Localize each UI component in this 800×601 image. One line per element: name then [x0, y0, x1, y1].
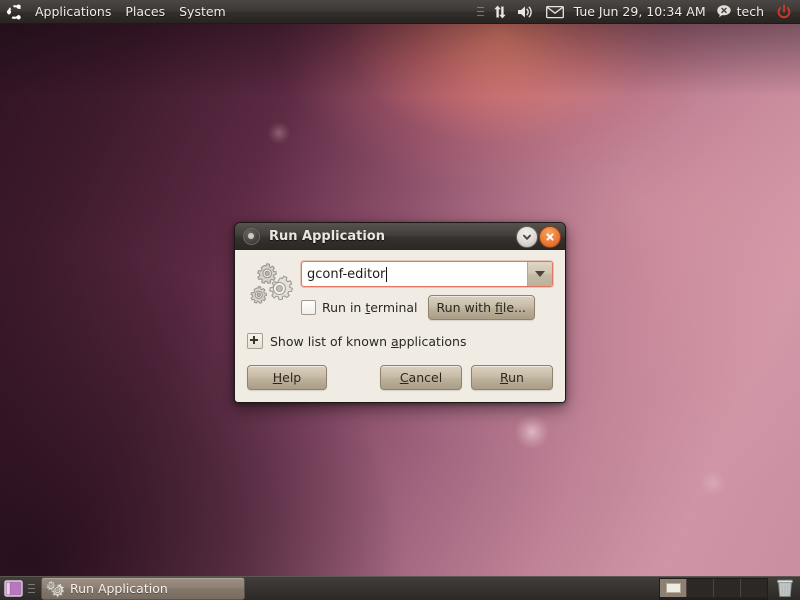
close-x-icon[interactable] [539, 226, 561, 248]
run-with-file-button[interactable]: Run with file... [428, 295, 535, 320]
command-entry-text[interactable]: gconf-editor [302, 262, 527, 286]
known-applications-expander[interactable]: Show list of known applications [247, 333, 553, 349]
volume-speaker-icon[interactable] [516, 4, 534, 20]
user-name-label: tech [737, 4, 764, 19]
dialog-title: Run Application [269, 229, 385, 244]
run-in-terminal-label[interactable]: Run in terminal [322, 300, 418, 315]
cancel-button[interactable]: Cancel [380, 365, 462, 390]
run-button[interactable]: Run [471, 365, 553, 390]
command-entry[interactable]: gconf-editor [301, 261, 553, 287]
dialog-titlebar[interactable]: Run Application [235, 223, 565, 250]
panel-grip-handle[interactable] [477, 5, 484, 19]
workspace-3[interactable] [714, 579, 741, 597]
taskbar-item-label: Run Application [70, 581, 168, 596]
dialog-action-buttons: Help Cancel Run [247, 365, 553, 390]
menu-system[interactable]: System [172, 1, 233, 23]
text-cursor [386, 267, 387, 282]
chevron-down-icon [535, 271, 545, 277]
trash-can-icon[interactable] [774, 578, 796, 600]
run-application-dialog: Run Application [234, 222, 566, 403]
workspace-switcher[interactable] [659, 578, 768, 600]
gears-run-icon [46, 580, 64, 598]
ubuntu-logo-icon[interactable] [4, 1, 26, 23]
mail-envelope-icon[interactable] [546, 5, 564, 19]
workspace-2[interactable] [687, 579, 714, 597]
network-transfer-icon[interactable] [492, 4, 508, 20]
window-menu-icon[interactable] [243, 228, 260, 245]
command-entry-value: gconf-editor [307, 267, 385, 282]
expander-plus-icon[interactable] [247, 333, 263, 349]
run-in-terminal-checkbox[interactable] [301, 300, 316, 315]
taskbar-grip-handle[interactable] [28, 582, 35, 596]
gears-run-icon [247, 261, 295, 309]
wallpaper-light-dot [268, 122, 290, 144]
bottom-panel: Run Application [0, 576, 800, 600]
top-panel: Applications Places System Tue Jun 29 [0, 0, 800, 24]
user-menu[interactable]: tech [712, 4, 768, 20]
wallpaper-light-dot [700, 470, 726, 496]
wallpaper-light-dot [515, 415, 549, 449]
command-history-dropdown-button[interactable] [527, 262, 552, 286]
workspace-window-thumbnail [666, 583, 681, 593]
minimize-chevron-icon[interactable] [516, 226, 538, 248]
menu-applications[interactable]: Applications [28, 1, 118, 23]
power-button-icon[interactable] [776, 4, 792, 20]
dialog-body: gconf-editor Run in terminal Run with fi… [235, 250, 565, 402]
workspace-1[interactable] [660, 579, 687, 597]
show-desktop-icon[interactable] [2, 579, 24, 599]
taskbar-item-run-application[interactable]: Run Application [41, 577, 245, 600]
menu-places[interactable]: Places [118, 1, 172, 23]
known-applications-label[interactable]: Show list of known applications [270, 334, 466, 349]
workspace-4[interactable] [741, 579, 767, 597]
panel-clock[interactable]: Tue Jun 29, 10:34 AM [568, 4, 712, 19]
chat-status-offline-icon [716, 4, 732, 20]
help-button[interactable]: Help [247, 365, 327, 390]
